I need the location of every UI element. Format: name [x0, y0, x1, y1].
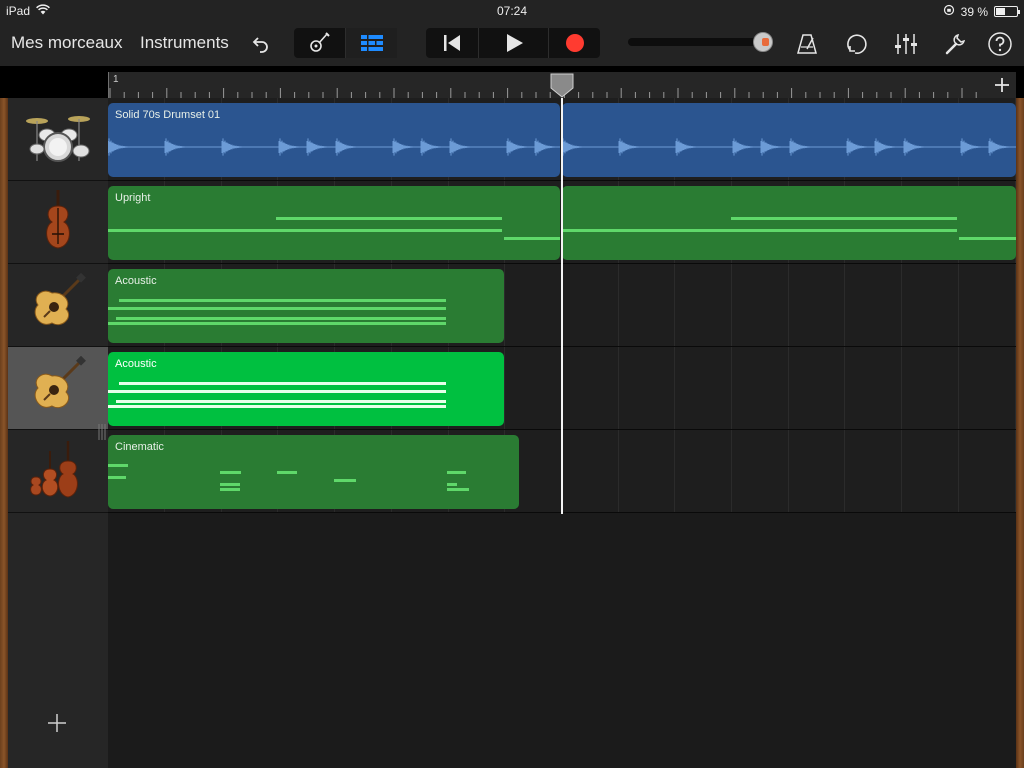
region-drums-2[interactable]: [562, 103, 1016, 177]
playhead-handle[interactable]: [549, 72, 575, 98]
my-songs-button[interactable]: Mes morceaux: [11, 33, 122, 53]
grid-line: [844, 264, 845, 346]
plus-icon: [48, 714, 66, 732]
wood-panel-right: [1016, 98, 1024, 768]
help-icon[interactable]: [985, 30, 1015, 58]
grid-line: [731, 430, 732, 512]
grid-line: [618, 430, 619, 512]
drum-kit-icon: [23, 109, 93, 170]
upright-bass-icon: [38, 188, 78, 257]
grid-line: [618, 264, 619, 346]
midi-notes: [562, 217, 1016, 240]
grid-line: [788, 430, 789, 512]
settings-icon[interactable]: [940, 30, 970, 58]
view-switcher: [294, 28, 397, 58]
region-upright-2[interactable]: [562, 186, 1016, 260]
midi-notes: [108, 299, 446, 325]
track-header-acoustic-1[interactable]: [8, 264, 108, 347]
grid-line: [674, 430, 675, 512]
grid-line: [901, 264, 902, 346]
loop-browser-icon[interactable]: [843, 30, 873, 58]
status-bar: iPad 07:24 39 %: [0, 0, 1024, 22]
grid-line: [901, 347, 902, 429]
battery-percent: 39 %: [960, 4, 988, 19]
strings-icon: [26, 437, 90, 506]
add-section-button[interactable]: [988, 72, 1016, 98]
battery-icon: [994, 6, 1020, 17]
orientation-lock-icon: [943, 4, 955, 19]
track-header-acoustic-2[interactable]: [8, 347, 108, 430]
clock: 07:24: [496, 4, 528, 18]
midi-notes: [108, 464, 469, 491]
grid-line: [618, 347, 619, 429]
instruments-button[interactable]: Instruments: [140, 33, 229, 53]
grid-line: [731, 264, 732, 346]
track-header-strings[interactable]: [8, 430, 108, 513]
audio-waveform: [562, 138, 1016, 156]
grid-line: [1015, 264, 1016, 346]
go-to-beginning-icon[interactable]: [426, 28, 478, 58]
region-cinematic[interactable]: Cinematic: [108, 435, 519, 509]
grid-line: [844, 347, 845, 429]
track-header-resize-handle[interactable]: [97, 424, 106, 440]
grid-line: [958, 347, 959, 429]
midi-notes: [108, 382, 446, 408]
wood-panel-left: [0, 98, 8, 768]
toolbar: Mes morceaux Instruments: [0, 22, 1024, 66]
volume-slider-knob[interactable]: [753, 32, 773, 52]
grid-line: [1015, 430, 1016, 512]
track-header-bass[interactable]: [8, 181, 108, 264]
grid-line: [788, 347, 789, 429]
transport-controls: [426, 28, 600, 58]
acoustic-guitar-icon: [28, 272, 88, 338]
playhead[interactable]: [561, 98, 563, 514]
track-headers: [8, 98, 108, 768]
grid-line: [504, 264, 505, 346]
mixer-icon[interactable]: [891, 30, 921, 58]
grid-line: [674, 347, 675, 429]
grid-line: [844, 430, 845, 512]
undo-icon[interactable]: [246, 30, 276, 58]
acoustic-guitar-icon: [28, 355, 88, 421]
record-icon[interactable]: [548, 28, 600, 58]
timeline-ruler[interactable]: 1 2: [108, 72, 988, 98]
bar-number-1: 1: [113, 74, 119, 85]
metronome-icon[interactable]: [792, 30, 822, 58]
midi-notes: [108, 217, 560, 240]
play-icon[interactable]: [478, 28, 548, 58]
add-track-button[interactable]: [42, 708, 72, 738]
tracks-view-icon[interactable]: [345, 28, 397, 58]
region-acoustic-1[interactable]: Acoustic: [108, 269, 504, 343]
audio-waveform: [108, 138, 560, 156]
plus-icon: [995, 78, 1009, 92]
master-volume-slider[interactable]: [628, 38, 762, 46]
grid-line: [958, 264, 959, 346]
grid-line: [901, 430, 902, 512]
grid-line: [788, 264, 789, 346]
grid-line: [674, 264, 675, 346]
grid-line: [731, 347, 732, 429]
grid-line: [504, 347, 505, 429]
track-header-drums[interactable]: [8, 98, 108, 181]
region-upright-1[interactable]: Upright: [108, 186, 560, 260]
grid-line: [1015, 347, 1016, 429]
region-acoustic-2[interactable]: Acoustic: [108, 352, 504, 426]
instrument-view-icon[interactable]: [294, 28, 345, 58]
ruler-corner: [8, 72, 108, 98]
grid-line: [958, 430, 959, 512]
region-drums-1[interactable]: Solid 70s Drumset 01: [108, 103, 560, 177]
